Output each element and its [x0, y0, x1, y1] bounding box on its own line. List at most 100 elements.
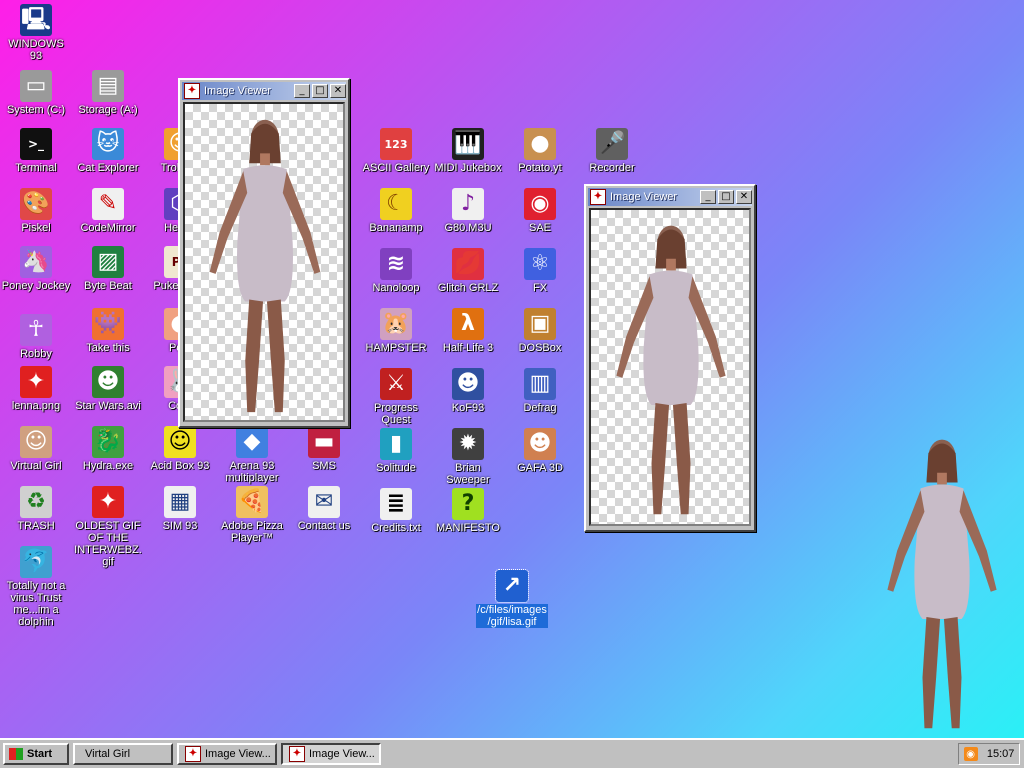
desktop-icon-recorder[interactable]: 🎤 Recorder: [576, 128, 648, 174]
image-viewer-app-icon: ✦: [184, 83, 200, 99]
console-icon: ▬: [308, 426, 340, 458]
image-viewer-window-1[interactable]: ✦ Image Viewer _ □ ✕: [178, 78, 350, 428]
desktop-icon-contact-us[interactable]: ✉ Contact us: [288, 486, 360, 532]
potato-icon: ●: [524, 128, 556, 160]
image-canvas: [183, 102, 345, 422]
mine-icon: ✹: [452, 428, 484, 460]
rss-feed-icon[interactable]: ◉: [963, 747, 978, 761]
desktop-icon-ascii-gallery[interactable]: 123 ASCII Gallery: [360, 128, 432, 174]
desktop-icon-midi-jukebox[interactable]: 🎹 MIDI Jukebox: [432, 128, 504, 174]
recycle-bin-icon: ♻: [20, 486, 52, 518]
desktop-icon-acid-box[interactable]: ☺ Acid Box 93: [144, 426, 216, 472]
dosbox-icon: ▣: [524, 308, 556, 340]
desktop-icon-brian-sweeper[interactable]: ✹ Brian Sweeper: [432, 428, 504, 486]
window-title: Image Viewer: [204, 85, 272, 97]
minimize-button[interactable]: _: [294, 84, 310, 98]
desktop-icon-gafa3d[interactable]: ☻ GAFA 3D: [504, 428, 576, 474]
dragon-icon: 🐉: [92, 426, 124, 458]
desktop-icon-glitch-grlz[interactable]: 💋 Glitch GRLZ: [432, 248, 504, 294]
cube-icon: ◆: [236, 426, 268, 458]
desktop-icon-sae[interactable]: ◉ SAE: [504, 188, 576, 234]
desktop-icon-hampster[interactable]: 🐹 HAMPSTER: [360, 308, 432, 354]
icon-label: Byte Beat: [84, 280, 132, 292]
maximize-button[interactable]: □: [312, 84, 328, 98]
close-button[interactable]: ✕: [330, 84, 346, 98]
atom-icon: ⚛: [524, 248, 556, 280]
icon-label: Progress Quest: [373, 402, 419, 426]
desktop-icon-dosbox[interactable]: ▣ DOSBox: [504, 308, 576, 354]
face-3d-icon: ☻: [524, 428, 556, 460]
title-bar[interactable]: ✦ Image Viewer _ □ ✕: [182, 82, 346, 100]
desktop-icon-piskel[interactable]: 🎨 Piskel: [0, 188, 72, 234]
taskbar-item-image-viewer-2[interactable]: ✦ Image View...: [281, 743, 381, 765]
desktop-icon-progress-quest[interactable]: ⚔ Progress Quest: [360, 368, 432, 426]
icon-label: Solitude: [376, 462, 416, 474]
icon-label: Bananamp: [369, 222, 423, 234]
bottle-icon: ▮: [380, 428, 412, 460]
virtual-girl-figure[interactable]: [862, 424, 1022, 736]
desktop-icon-terminal[interactable]: >_ Terminal: [0, 128, 72, 174]
desktop-icon-robby[interactable]: ☥ Robby: [0, 314, 72, 360]
desktop-icon-take-this[interactable]: 👾 Take this: [72, 308, 144, 354]
desktop-icon-virtual-girl[interactable]: ☺ Virtual Girl: [0, 426, 72, 472]
title-bar[interactable]: ✦ Image Viewer _ □ ✕: [588, 188, 752, 206]
desktop-icon-solitude[interactable]: ▮ Solitude: [360, 428, 432, 474]
desktop-icon-hydra[interactable]: 🐉 Hydra.exe: [72, 426, 144, 472]
pixel-character-icon: 👾: [92, 308, 124, 340]
desktop-icon-lenna[interactable]: ✦ lenna.png: [0, 366, 72, 412]
icon-label: Acid Box 93: [150, 460, 210, 472]
desktop-icon-system-c[interactable]: ▭ System (C:): [0, 70, 72, 116]
taskbar-item-virtual-girl[interactable]: Virtal Girl: [73, 743, 173, 765]
start-button[interactable]: Start: [3, 743, 69, 765]
desktop-icon-bananamp[interactable]: ☾ Bananamp: [360, 188, 432, 234]
icon-label: GAFA 3D: [517, 462, 563, 474]
desktop-icon-kof93[interactable]: ☻ KoF93: [432, 368, 504, 414]
desktop-icon-sim93[interactable]: ▦ SIM 93: [144, 486, 216, 532]
desktop-icon-g80[interactable]: ♪ G80.M3U: [432, 188, 504, 234]
icon-label: Arena 93 multiplayer: [225, 460, 279, 484]
desktop-icon-manifesto[interactable]: ? MANIFESTO: [432, 488, 504, 534]
taskbar: Start Virtal Girl ✦ Image View... ✦ Imag…: [0, 738, 1024, 768]
icon-label: WINDOWS 93: [8, 38, 64, 62]
icon-label: Cat Explorer: [77, 162, 139, 174]
desktop-icon-oldest-gif[interactable]: ✦ OLDEST GIF OF THE INTERWEBZ.gif: [72, 486, 144, 568]
icon-label: Totally not a virus.Trust me...im a dolp…: [6, 580, 66, 628]
icon-label: Storage (A:): [78, 104, 138, 116]
desktop-icon-fx[interactable]: ⚛ FX: [504, 248, 576, 294]
desktop-icon-byte-beat[interactable]: ▨ Byte Beat: [72, 246, 144, 292]
desktop-icon-star-wars[interactable]: ☻ Star Wars.avi: [72, 366, 144, 412]
desktop-icon-potato[interactable]: ● Potato.yt: [504, 128, 576, 174]
taskbar-item-image-viewer-1[interactable]: ✦ Image View...: [177, 743, 277, 765]
image-viewer-app-icon: ✦: [185, 746, 201, 762]
clock: 15:07: [986, 748, 1015, 760]
desktop-icon-poney-jockey[interactable]: 🦄 Poney Jockey: [0, 246, 72, 292]
desktop-icon-defrag[interactable]: ▥ Defrag: [504, 368, 576, 414]
desktop-icon-dolphin[interactable]: 🐬 Totally not a virus.Trust me...im a do…: [0, 546, 72, 628]
mail-icon: ✉: [308, 486, 340, 518]
close-button[interactable]: ✕: [736, 190, 752, 204]
desktop-icon-adobe-pizza[interactable]: 🍕 Adobe Pizza Player™: [216, 486, 288, 544]
taskbar-item-label: Virtal Girl: [85, 748, 131, 760]
icon-label: G80.M3U: [444, 222, 492, 234]
desktop-icon-storage-a[interactable]: ▤ Storage (A:): [72, 70, 144, 116]
defrag-icon: ▥: [524, 368, 556, 400]
desktop-icon-codemirror[interactable]: ✎ CodeMirror: [72, 188, 144, 234]
sim-icon: ▦: [164, 486, 196, 518]
playlist-icon: ♪: [452, 188, 484, 220]
image-viewer-app-icon: ✦: [590, 189, 606, 205]
image-viewer-window-2[interactable]: ✦ Image Viewer _ □ ✕: [584, 184, 756, 532]
desktop-icon-nanoloop[interactable]: ≋ Nanoloop: [360, 248, 432, 294]
desktop-icon-half-life3[interactable]: λ Half-Life 3: [432, 308, 504, 354]
desktop-icon-credits[interactable]: ≣ Credits.txt: [360, 488, 432, 534]
desktop-icon-windows93[interactable]: 🖳 WINDOWS 93: [0, 4, 72, 62]
desktop-icon-lisa-gif[interactable]: ↗ /c/files/images/gif/lisa.gif: [476, 569, 548, 628]
desktop-icon-cat-explorer[interactable]: 🐱 Cat Explorer: [72, 128, 144, 174]
minimize-button[interactable]: _: [700, 190, 716, 204]
pony-icon: 🦄: [20, 246, 52, 278]
maximize-button[interactable]: □: [718, 190, 734, 204]
icon-label: TRASH: [17, 520, 55, 532]
desktop-icon-sms[interactable]: ▬ SMS: [288, 426, 360, 472]
desktop-icon-trash[interactable]: ♻ TRASH: [0, 486, 72, 532]
desktop-icon-arena93[interactable]: ◆ Arena 93 multiplayer: [216, 426, 288, 484]
woman-figure-image: [616, 225, 726, 515]
